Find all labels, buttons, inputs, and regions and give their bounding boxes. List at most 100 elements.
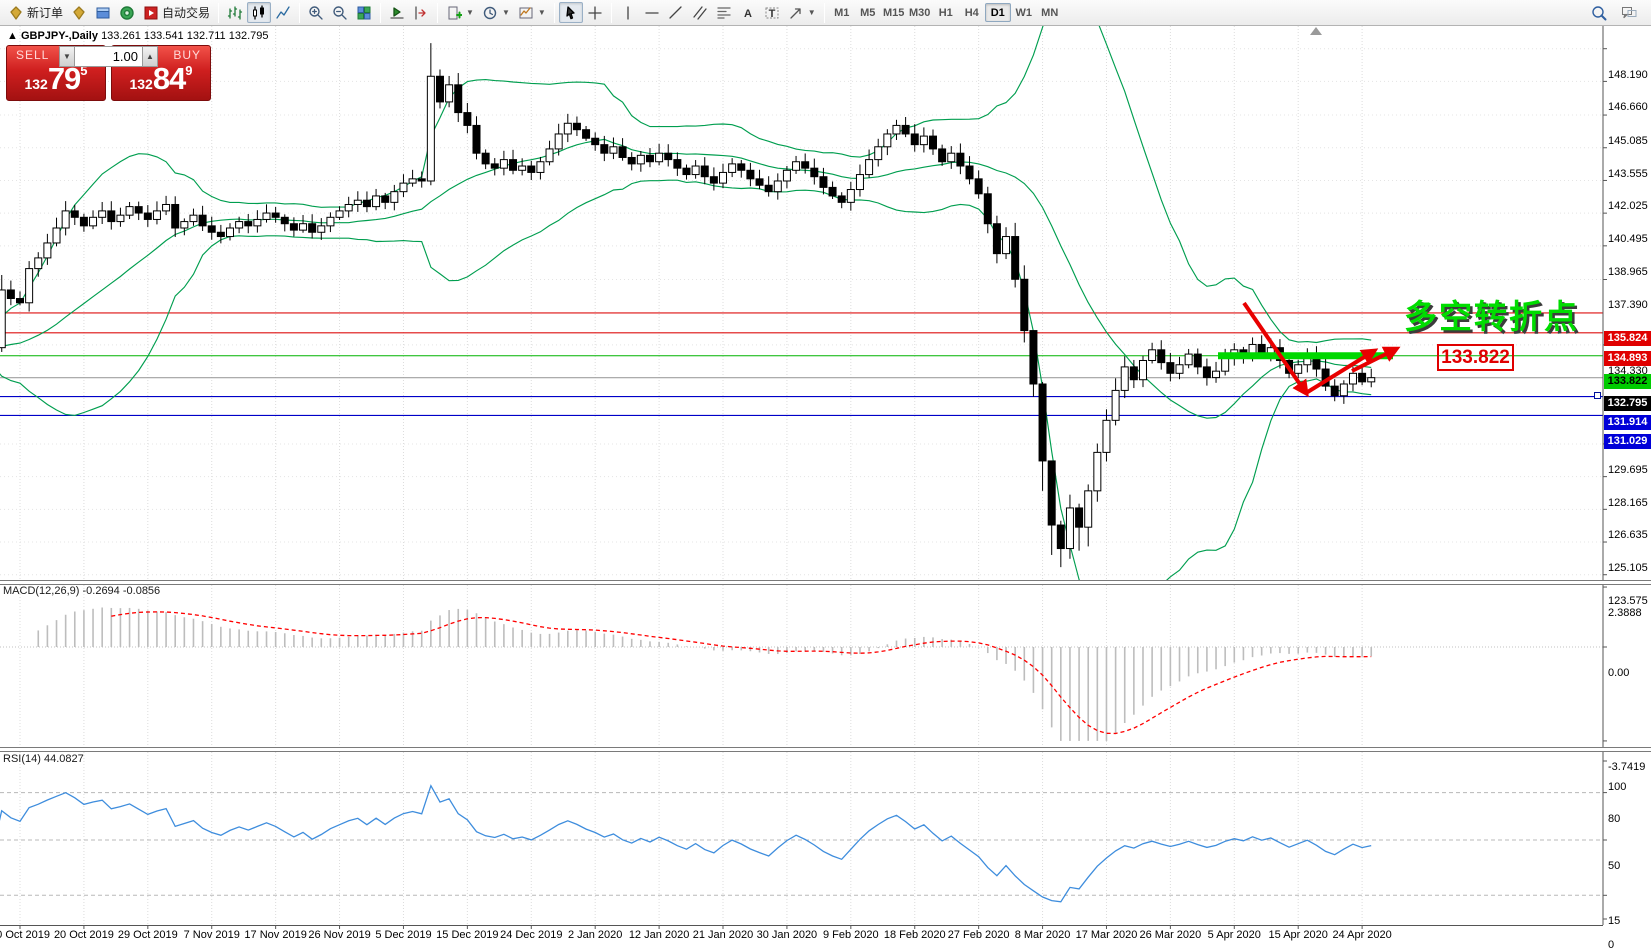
- symbol-title: ▲ GBPJPY-,Daily 133.261 133.541 132.711 …: [7, 30, 269, 42]
- cursor-icon[interactable]: [559, 2, 583, 23]
- date-tick-label: 26 Nov 2019: [308, 929, 370, 941]
- label-icon: T: [764, 5, 780, 21]
- support-line-blue-1-badge: 131.914: [1604, 415, 1651, 430]
- timeframe-m30-button[interactable]: M30: [907, 3, 933, 22]
- channel-icon: [692, 5, 708, 21]
- trendline-icon[interactable]: [664, 2, 688, 23]
- crosshair-icon: [587, 5, 603, 21]
- indicators-icon[interactable]: ▼: [442, 2, 478, 23]
- axis-tick-label: 137.390: [1608, 298, 1651, 312]
- trendline-handle[interactable]: [1594, 392, 1601, 399]
- timeframe-w1-button[interactable]: W1: [1011, 3, 1037, 22]
- svg-text:A: A: [744, 8, 752, 20]
- profiles-icon[interactable]: [91, 2, 115, 23]
- date-tick-label: 29 Oct 2019: [118, 929, 178, 941]
- volume-stepper: ▼ ▲: [59, 46, 158, 67]
- periods-icon: [482, 5, 498, 21]
- axis-tick-label: 129.695: [1608, 463, 1651, 477]
- zoom-in-icon[interactable]: [304, 2, 328, 23]
- axis-tick-label: 143.555: [1608, 167, 1651, 181]
- support-line-green-badge: 133.822: [1604, 374, 1651, 389]
- periods-icon[interactable]: ▼: [478, 2, 514, 23]
- templates-icon: [518, 5, 534, 21]
- volume-increase-button[interactable]: ▲: [142, 46, 158, 67]
- timeframe-m5-button[interactable]: M5: [855, 3, 881, 22]
- time-axis-line: [0, 925, 1603, 926]
- rsi-indicator-label: RSI(14) 44.0827: [3, 753, 84, 765]
- support-line-blue-2-badge: 131.029: [1604, 434, 1651, 449]
- timeframe-m15-button[interactable]: M15: [881, 3, 907, 22]
- volume-decrease-button[interactable]: ▼: [59, 46, 75, 67]
- zoom-out-icon: [332, 5, 348, 21]
- candlestick-icon: [251, 5, 267, 21]
- bid-price-line-badge: 132.795: [1604, 396, 1651, 411]
- chevron-down-icon[interactable]: ▼: [466, 8, 474, 17]
- chart-shift-icon[interactable]: [409, 2, 433, 23]
- label-icon[interactable]: T: [760, 2, 784, 23]
- trendline-icon: [668, 5, 684, 21]
- macd-signal-line: [111, 612, 1371, 734]
- date-tick-label: 8 Mar 2020: [1015, 929, 1071, 941]
- chevron-down-icon[interactable]: ▼: [502, 8, 510, 17]
- zoom-out-icon[interactable]: [328, 2, 352, 23]
- charts-icon[interactable]: [67, 2, 91, 23]
- volume-input[interactable]: [75, 46, 142, 67]
- text-icon[interactable]: A: [736, 2, 760, 23]
- macd-pane-splitter[interactable]: [0, 580, 1651, 585]
- arrows-icon[interactable]: ▼: [784, 2, 820, 23]
- toolbar-separator: [437, 3, 438, 23]
- date-tick-label: 17 Nov 2019: [244, 929, 306, 941]
- toolbar-separator: [554, 3, 555, 23]
- crosshair-icon[interactable]: [583, 2, 607, 23]
- line-chart-icon[interactable]: [271, 2, 295, 23]
- text-icon: A: [740, 5, 756, 21]
- auto-scroll-icon: [389, 5, 405, 21]
- signals-icon[interactable]: [115, 2, 139, 23]
- tile-windows-icon[interactable]: [352, 2, 376, 23]
- macd-pane[interactable]: [0, 585, 1603, 747]
- chat-icon: [1621, 5, 1637, 21]
- search-button[interactable]: [1587, 2, 1611, 23]
- auto-scroll-icon[interactable]: [385, 2, 409, 23]
- autotrading-button[interactable]: 自动交易: [139, 2, 214, 23]
- chart-shift-icon: [413, 5, 429, 21]
- axis-tick-label: 138.965: [1608, 265, 1651, 279]
- bollinger-band-line: [0, 139, 1371, 418]
- fibonacci-icon[interactable]: [712, 2, 736, 23]
- axis-tick-label: 142.025: [1608, 199, 1651, 213]
- chat-button[interactable]: [1617, 2, 1641, 23]
- candlestick-icon[interactable]: [247, 2, 271, 23]
- main-pane[interactable]: [0, 26, 1603, 620]
- timeframe-mn-button[interactable]: MN: [1037, 3, 1063, 22]
- axis-tick-label: 146.660: [1608, 100, 1651, 114]
- chart-shift-marker[interactable]: [1310, 27, 1322, 35]
- channel-icon[interactable]: [688, 2, 712, 23]
- vertical-line-icon[interactable]: [616, 2, 640, 23]
- ohlc-high: 133.541: [144, 30, 184, 42]
- bar-chart-icon[interactable]: [223, 2, 247, 23]
- turning-point-annotation[interactable]: 多空转折点: [1404, 290, 1579, 338]
- date-tick-label: 26 Mar 2020: [1139, 929, 1201, 941]
- axis-tick-label: 15: [1608, 914, 1651, 928]
- new-order-button[interactable]: 新订单: [4, 2, 67, 23]
- timeframe-h1-button[interactable]: H1: [933, 3, 959, 22]
- rsi-pane-splitter[interactable]: [0, 747, 1651, 752]
- buy-label: BUY: [173, 48, 201, 62]
- timeframe-d1-button[interactable]: D1: [985, 3, 1011, 22]
- chevron-down-icon[interactable]: ▼: [808, 8, 816, 17]
- chevron-down-icon[interactable]: ▼: [538, 8, 546, 17]
- price-level-label[interactable]: 133.822: [1437, 344, 1514, 371]
- timeframe-h4-button[interactable]: H4: [959, 3, 985, 22]
- date-tick-label: 17 Mar 2020: [1076, 929, 1138, 941]
- price-chart-canvas[interactable]: [0, 26, 1651, 942]
- date-tick-label: 24 Dec 2019: [500, 929, 562, 941]
- toolbar-separator: [611, 3, 612, 23]
- toolbar-separator: [380, 3, 381, 23]
- templates-icon[interactable]: ▼: [514, 2, 550, 23]
- horizontal-line-icon[interactable]: [640, 2, 664, 23]
- rsi-pane[interactable]: [0, 752, 1603, 925]
- timeframe-m1-button[interactable]: M1: [829, 3, 855, 22]
- svg-text:T: T: [768, 8, 775, 20]
- chart-window[interactable]: ▲ GBPJPY-,Daily 133.261 133.541 132.711 …: [0, 26, 1651, 942]
- date-tick-label: 2 Jan 2020: [568, 929, 622, 941]
